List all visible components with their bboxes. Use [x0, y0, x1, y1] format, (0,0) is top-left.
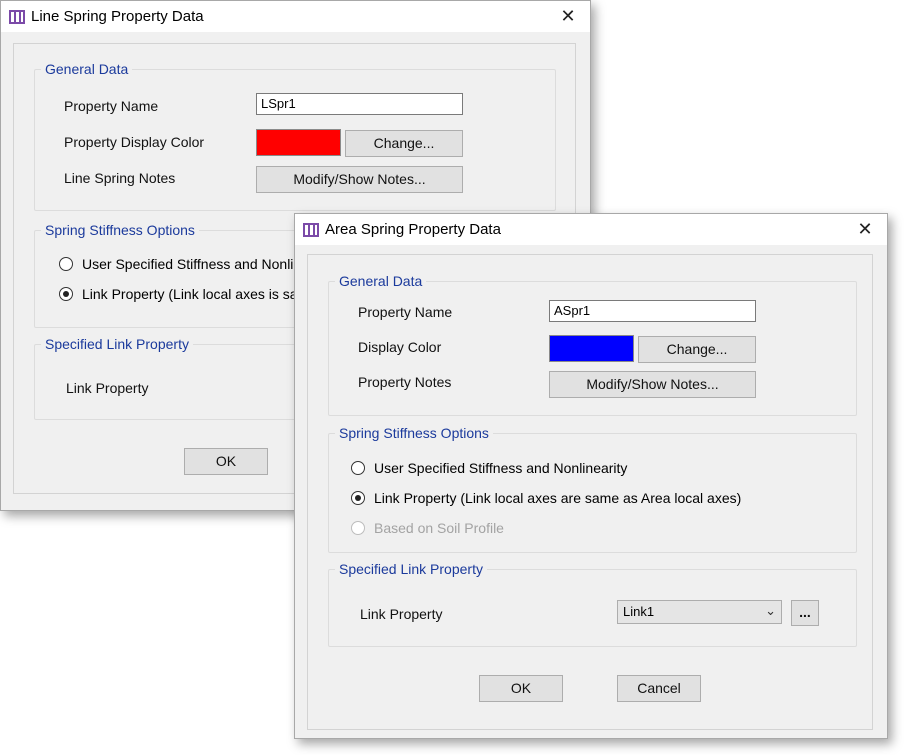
line-ok-button[interactable]: OK	[184, 448, 268, 475]
area-stiffness-group: Spring Stiffness Options User Specified …	[328, 425, 857, 553]
area-link-title: Specified Link Property	[335, 561, 487, 577]
area-general-title: General Data	[335, 273, 427, 289]
line-notes-button[interactable]: Modify/Show Notes...	[256, 166, 463, 193]
area-stiffness-title: Spring Stiffness Options	[335, 425, 493, 441]
radio-checked-icon[interactable]	[59, 287, 73, 301]
line-notes-label: Line Spring Notes	[64, 170, 176, 186]
area-property-name-field[interactable]: ASpr1	[549, 300, 756, 322]
line-option-user-specified[interactable]: User Specified Stiffness and Nonline	[59, 256, 309, 272]
close-icon[interactable]: ✕	[555, 5, 581, 27]
radio-disabled-icon	[351, 521, 365, 535]
area-change-color-button[interactable]: Change...	[638, 336, 756, 363]
area-notes-label: Property Notes	[358, 374, 452, 390]
area-color-swatch[interactable]	[549, 335, 634, 362]
radio-checked-icon[interactable]	[351, 491, 365, 505]
line-property-name-field[interactable]: LSpr1	[256, 93, 463, 115]
area-option-soil-profile: Based on Soil Profile	[351, 520, 504, 536]
line-link-title: Specified Link Property	[41, 336, 193, 352]
area-option2-label: Link Property (Link local axes are same …	[374, 490, 742, 506]
close-icon[interactable]: ✕	[852, 218, 878, 240]
area-link-property-label: Link Property	[360, 606, 443, 622]
line-dialog-titlebar: Line Spring Property Data ✕	[1, 1, 590, 32]
area-ok-button[interactable]: OK	[479, 675, 563, 702]
link-property-more-button[interactable]: ...	[791, 600, 819, 626]
area-option-link-property[interactable]: Link Property (Link local axes are same …	[351, 490, 741, 506]
line-general-group: General Data Property Name LSpr1 Propert…	[34, 61, 556, 211]
area-general-group: General Data Property Name ASpr1 Display…	[328, 273, 857, 416]
line-option1-label: User Specified Stiffness and Nonline	[82, 256, 309, 272]
line-link-property-label: Link Property	[66, 380, 149, 396]
area-cancel-button[interactable]: Cancel	[617, 675, 701, 702]
link-property-dropdown[interactable]: Link1 ⌄	[617, 600, 782, 624]
link-property-value: Link1	[623, 604, 655, 619]
area-link-group: Specified Link Property Link Property Li…	[328, 561, 857, 647]
area-dialog-title: Area Spring Property Data	[325, 221, 501, 238]
area-property-name-label: Property Name	[358, 304, 453, 320]
area-notes-button[interactable]: Modify/Show Notes...	[549, 371, 756, 398]
radio-unchecked-icon[interactable]	[59, 257, 73, 271]
line-option-link-property[interactable]: Link Property (Link local axes is same	[59, 286, 317, 302]
line-dialog-title: Line Spring Property Data	[31, 8, 204, 25]
area-dialog-titlebar: Area Spring Property Data ✕	[295, 214, 887, 245]
radio-unchecked-icon[interactable]	[351, 461, 365, 475]
area-spring-dialog: Area Spring Property Data ✕ General Data…	[294, 213, 888, 739]
line-stiffness-title: Spring Stiffness Options	[41, 222, 199, 238]
area-option3-label: Based on Soil Profile	[374, 520, 504, 536]
line-display-color-label: Property Display Color	[64, 134, 205, 150]
app-icon	[9, 10, 25, 24]
chevron-down-icon[interactable]: ⌄	[765, 603, 776, 619]
area-option1-label: User Specified Stiffness and Nonlinearit…	[374, 460, 628, 476]
area-option-user-specified[interactable]: User Specified Stiffness and Nonlinearit…	[351, 460, 627, 476]
area-display-color-label: Display Color	[358, 339, 442, 355]
line-general-title: General Data	[41, 61, 133, 77]
line-change-color-button[interactable]: Change...	[345, 130, 463, 157]
line-option2-label: Link Property (Link local axes is same	[82, 286, 317, 302]
area-dialog-body: General Data Property Name ASpr1 Display…	[307, 254, 873, 730]
line-color-swatch[interactable]	[256, 129, 341, 156]
app-icon	[303, 223, 319, 237]
line-property-name-label: Property Name	[64, 98, 159, 114]
